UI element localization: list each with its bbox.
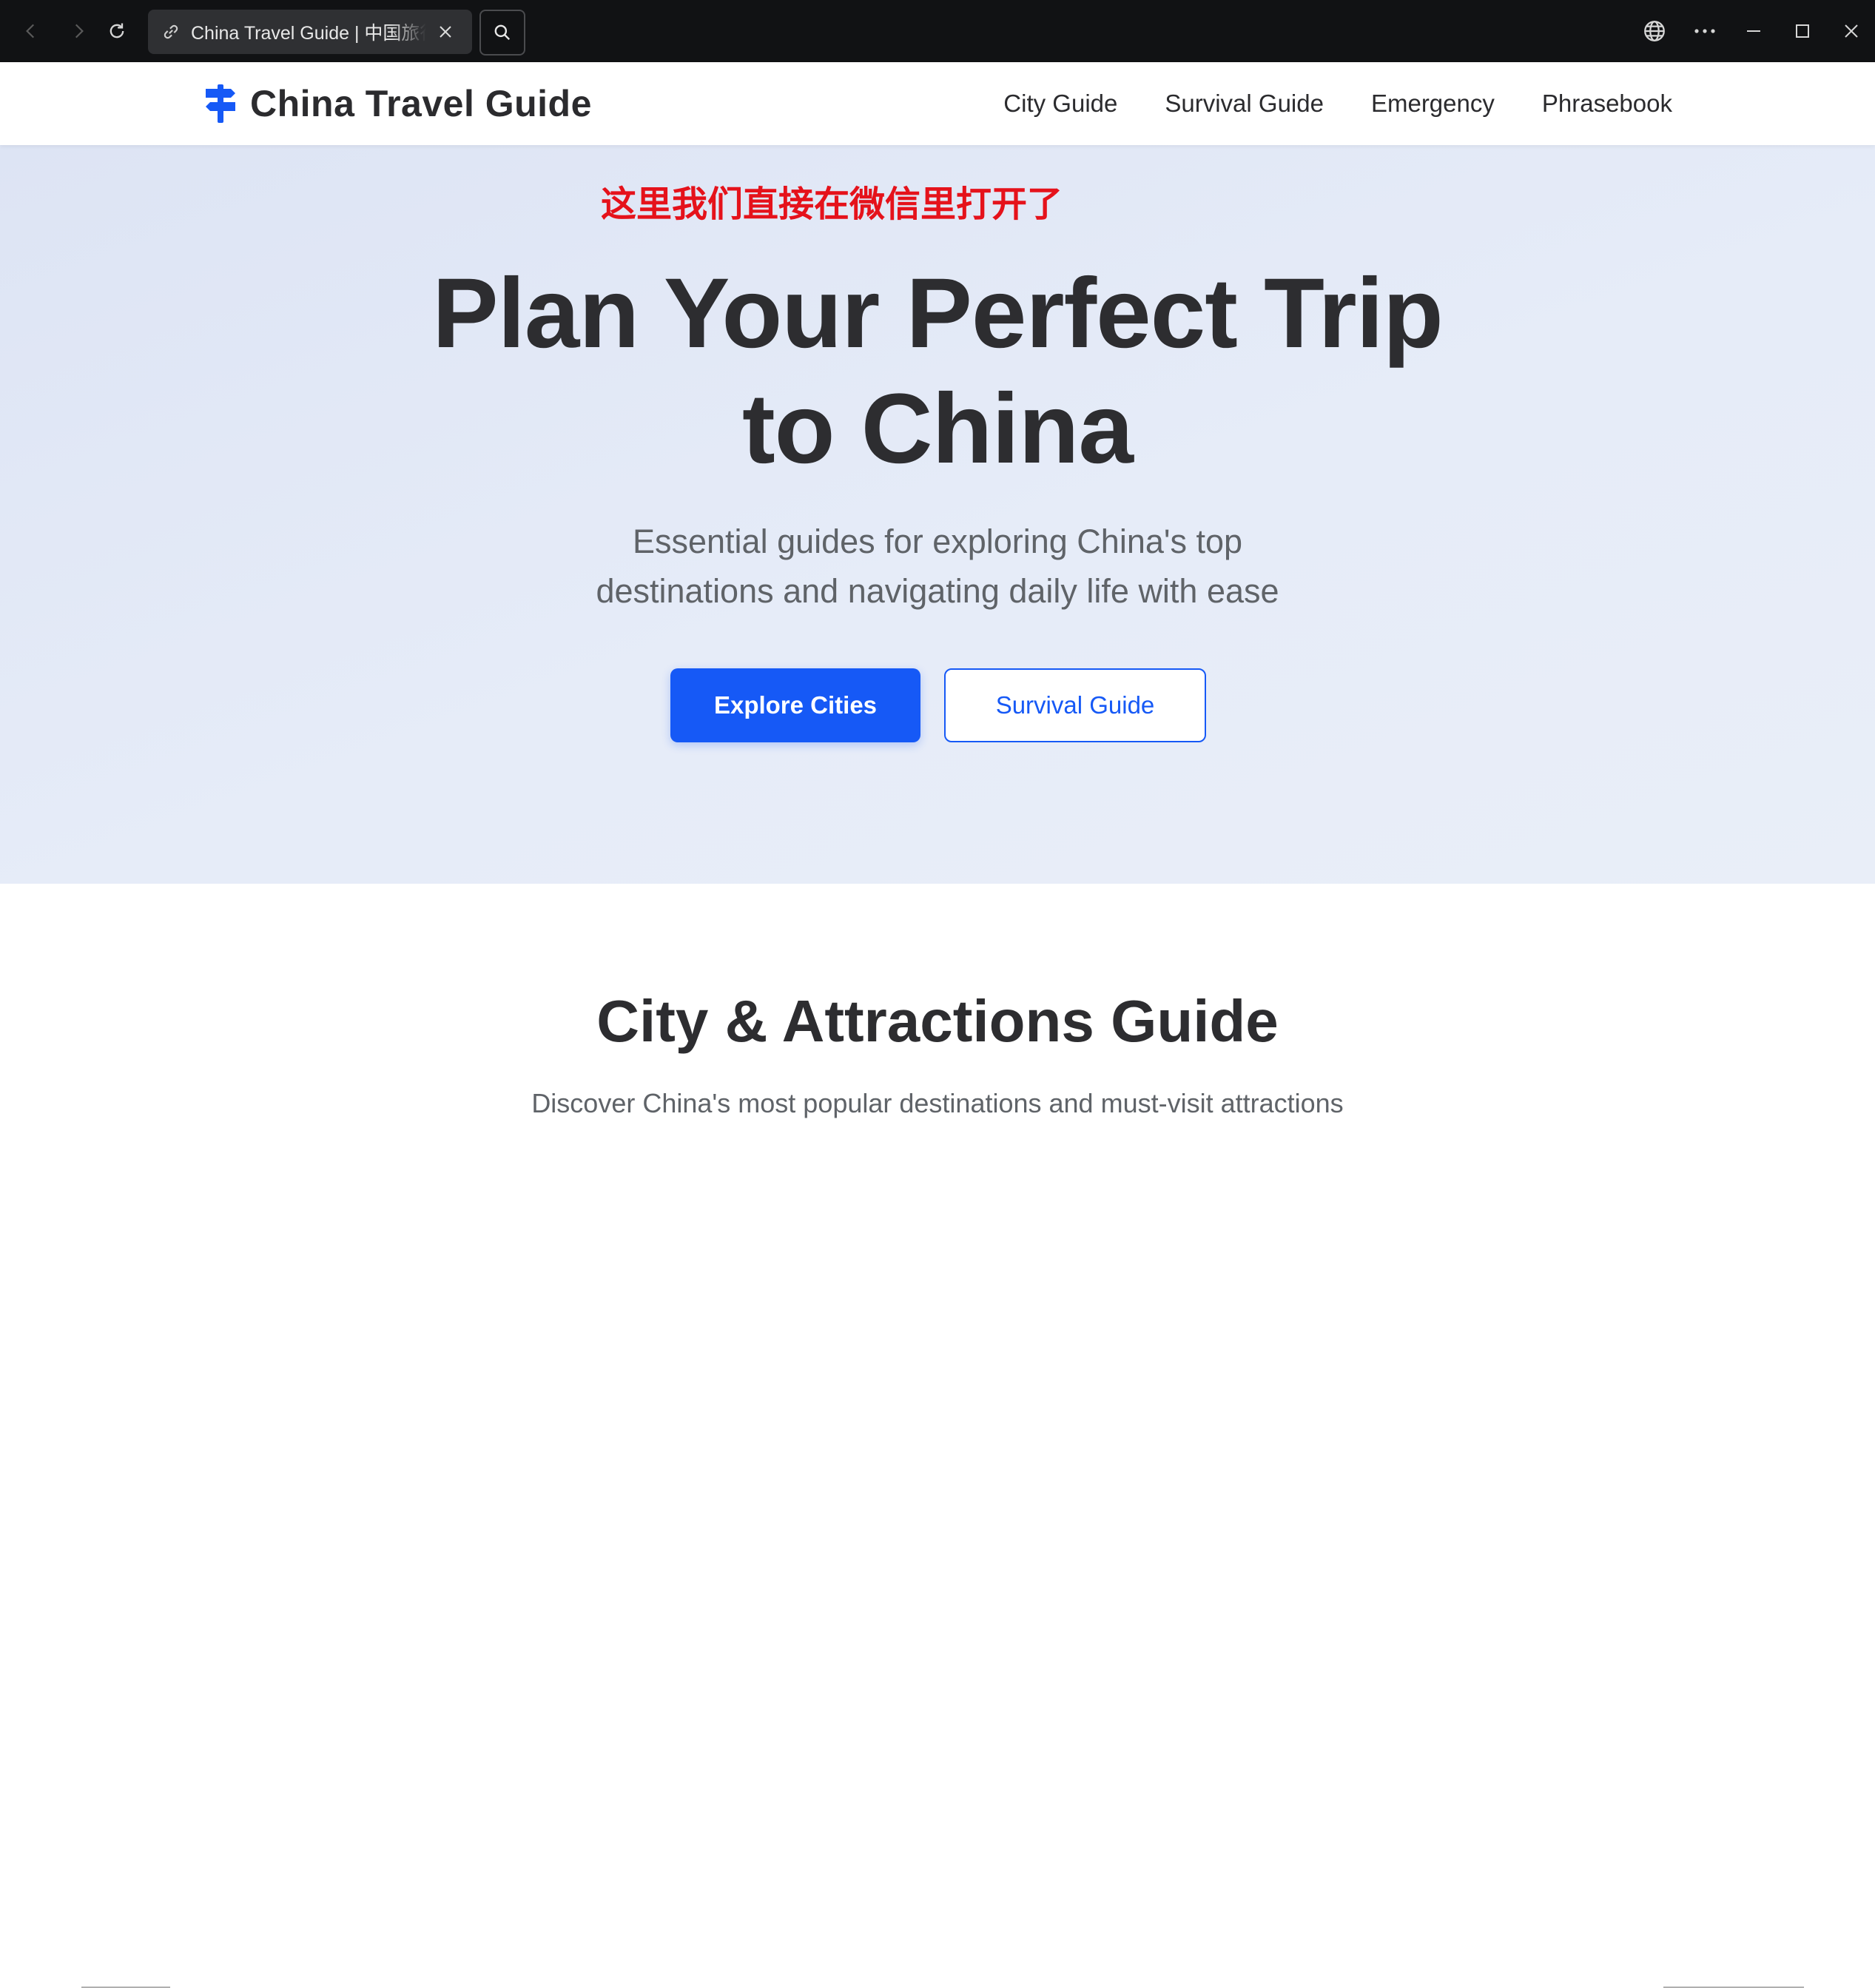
nav-emergency[interactable]: Emergency (1371, 90, 1495, 118)
window-close-icon[interactable] (1829, 0, 1874, 62)
hero-title-line2: to China (742, 374, 1134, 484)
nav-city-guide[interactable]: City Guide (1003, 90, 1117, 118)
globe-icon[interactable] (1632, 0, 1677, 62)
hero-subtitle-line2: destinations and navigating daily life w… (596, 572, 1279, 610)
signpost-icon (204, 84, 237, 123)
tab-title: China Travel Guide | 中国旅行指南 (191, 23, 426, 44)
browser-tab[interactable]: China Travel Guide | 中国旅行指南 (148, 10, 472, 54)
minimize-icon[interactable] (1731, 0, 1776, 62)
hero-title-line1: Plan Your Perfect Trip (432, 258, 1444, 369)
maximize-icon[interactable] (1780, 0, 1825, 62)
site-logo[interactable]: China Travel Guide (204, 81, 592, 126)
city-guide-section: City & Attractions Guide Discover China'… (0, 884, 1875, 1988)
logo-text: China Travel Guide (250, 83, 592, 124)
explore-cities-button[interactable]: Explore Cities (670, 668, 920, 742)
survival-guide-button[interactable]: Survival Guide (944, 668, 1206, 742)
hero-subtitle: Essential guides for exploring China's t… (531, 517, 1344, 616)
forward-arrow-icon[interactable] (56, 0, 101, 62)
close-icon[interactable] (437, 23, 454, 41)
annotation-text: 这里我们直接在微信里打开了 (601, 185, 1063, 224)
back-arrow-icon[interactable] (9, 0, 53, 62)
nav-phrasebook[interactable]: Phrasebook (1542, 90, 1672, 118)
main-nav: City Guide Survival Guide Emergency Phra… (1003, 62, 1672, 145)
hero-section: 这里我们直接在微信里打开了 Plan Your Perfect Trip to … (0, 145, 1875, 884)
browser-toolbar: China Travel Guide | 中国旅行指南 (0, 0, 1875, 62)
hero-subtitle-line1: Essential guides for exploring China's t… (632, 523, 1243, 560)
more-horizontal-icon[interactable] (1683, 0, 1727, 62)
reload-icon[interactable] (95, 0, 139, 62)
search-icon[interactable] (479, 10, 525, 56)
nav-survival-guide[interactable]: Survival Guide (1165, 90, 1324, 118)
link-icon (161, 22, 181, 41)
section-title: City & Attractions Guide (596, 988, 1279, 1054)
site-header: China Travel Guide City Guide Survival G… (0, 62, 1875, 145)
hero-title: Plan Your Perfect Trip to China (0, 256, 1875, 487)
section-subtitle: Discover China's most popular destinatio… (531, 1088, 1344, 1118)
